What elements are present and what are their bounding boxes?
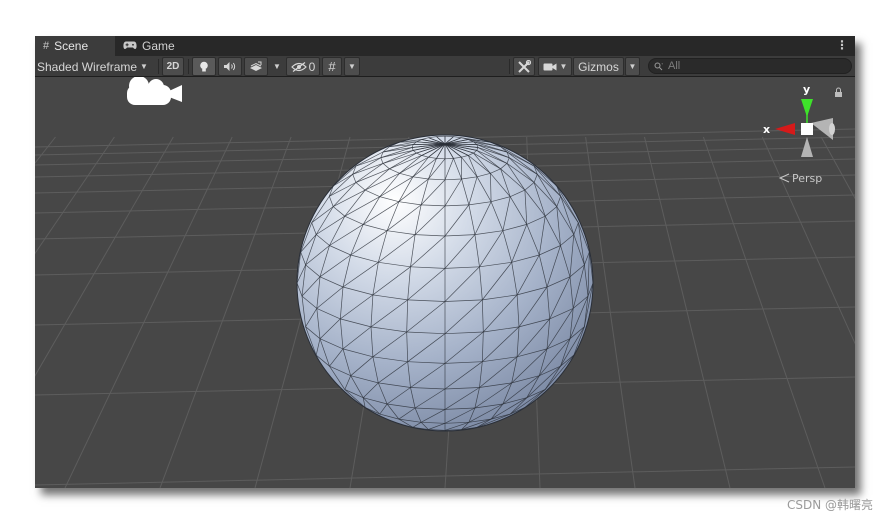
chevron-down-icon: ▼ xyxy=(559,62,568,71)
gizmo-x-label: x xyxy=(763,123,770,136)
tab-bar: # Scene Game ⋮ xyxy=(35,36,855,56)
orientation-gizmo[interactable]: y x xyxy=(763,83,835,157)
effects-dropdown-button[interactable]: ▼ xyxy=(270,57,284,76)
gizmos-toggle-button[interactable]: Gizmos xyxy=(573,57,624,76)
scene-view-window: # Scene Game ⋮ Shaded Wireframe ▼ 2D ▼ 0… xyxy=(35,36,855,488)
gizmos-label: Gizmos xyxy=(578,59,619,74)
watermark: CSDN @韩曙亮 xyxy=(786,498,873,512)
grid-toggle-button[interactable]: # xyxy=(322,57,342,76)
scene-search-field[interactable] xyxy=(648,58,852,74)
toolbar-divider xyxy=(188,59,189,74)
effects-toggle-button[interactable] xyxy=(244,57,268,76)
sphere-object[interactable] xyxy=(296,134,594,432)
search-input[interactable] xyxy=(668,60,838,72)
tools-icon xyxy=(518,59,531,73)
gizmos-dropdown-button[interactable]: ▼ xyxy=(625,57,640,76)
lighting-toggle-button[interactable] xyxy=(192,57,216,76)
hidden-objects-count: 0 xyxy=(308,59,316,74)
camera-settings-button[interactable]: ▼ xyxy=(538,57,572,76)
chevron-down-icon: ▼ xyxy=(273,62,281,71)
chevron-down-icon: ▼ xyxy=(140,62,148,71)
tab-game[interactable]: Game xyxy=(115,36,185,56)
tab-scene-label: Scene xyxy=(54,39,89,53)
speaker-icon xyxy=(224,62,236,71)
tools-button[interactable] xyxy=(513,57,535,76)
search-icon xyxy=(654,62,663,70)
lock-icon[interactable] xyxy=(835,87,842,97)
lightbulb-icon xyxy=(200,61,208,71)
chevron-down-icon: ▼ xyxy=(628,62,637,71)
scene-viewport[interactable]: y x Persp xyxy=(35,77,855,488)
draw-mode-label: Shaded Wireframe xyxy=(37,59,138,74)
toolbar-divider xyxy=(509,59,510,74)
2d-toggle-button[interactable]: 2D xyxy=(162,57,184,76)
projection-label: Persp xyxy=(792,172,822,185)
layers-effects-icon xyxy=(250,61,262,71)
more-options-icon[interactable]: ⋮ xyxy=(836,38,848,52)
draw-mode-dropdown[interactable]: Shaded Wireframe ▼ xyxy=(37,57,155,76)
tab-scene[interactable]: # Scene xyxy=(35,36,115,56)
scene-toolbar: Shaded Wireframe ▼ 2D ▼ 0 # ▼ ▼ Gizmos ▼… xyxy=(35,56,855,77)
gamepad-icon xyxy=(123,39,137,53)
grid-icon: # xyxy=(328,59,336,74)
hash-grid-icon: # xyxy=(43,40,50,52)
gizmo-y-label: y xyxy=(803,83,810,96)
scene-canvas[interactable]: y x Persp xyxy=(35,77,855,488)
eye-slash-icon xyxy=(290,61,307,72)
chevron-down-icon: ▼ xyxy=(348,62,356,71)
camera-gizmo-icon[interactable] xyxy=(127,77,182,105)
video-camera-icon xyxy=(543,63,557,70)
projection-toggle[interactable]: Persp xyxy=(778,172,822,185)
tab-game-label: Game xyxy=(142,39,175,53)
grid-settings-dropdown[interactable]: ▼ xyxy=(344,57,360,76)
toolbar-divider xyxy=(158,59,159,74)
audio-toggle-button[interactable] xyxy=(218,57,242,76)
hidden-objects-toggle-button[interactable]: 0 xyxy=(286,57,320,76)
